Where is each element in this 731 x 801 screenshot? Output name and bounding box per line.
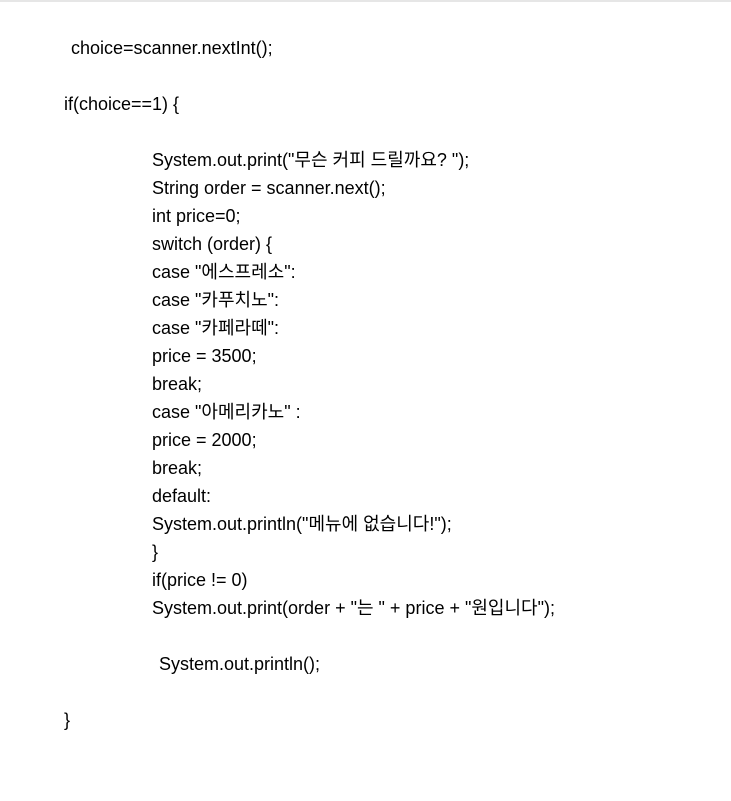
code-line: System.out.print("무슨 커피 드릴까요? "); — [152, 150, 470, 170]
code-line: case "아메리카노" : — [152, 402, 301, 422]
code-line: price = 2000; — [152, 430, 257, 450]
code-line: if(price != 0) — [152, 570, 248, 590]
code-line: case "에스프레소": — [152, 262, 296, 282]
code-line: case "카푸치노": — [152, 290, 280, 310]
code-line: break; — [152, 374, 203, 394]
code-line: break; — [152, 458, 203, 478]
code-line: String order = scanner.next(); — [152, 178, 386, 198]
code-line: choice=scanner.nextInt(); — [71, 38, 273, 58]
code-line: System.out.println(); — [159, 654, 321, 674]
code-line: } — [64, 710, 71, 730]
code-line: case "카페라떼": — [152, 318, 280, 338]
document-body: choice=scanner.nextInt(); if(choice==1) … — [0, 0, 731, 801]
code-line: int price=0; — [152, 206, 241, 226]
code-line: if(choice==1) { — [64, 94, 180, 114]
code-line: System.out.print(order + "는 " + price + … — [152, 598, 555, 618]
code-line: System.out.println("메뉴에 없습니다!"); — [152, 514, 452, 534]
code-line: price = 3500; — [152, 346, 257, 366]
code-line: } — [152, 542, 159, 562]
code-line: default: — [152, 486, 212, 506]
code-line: switch (order) { — [152, 234, 273, 254]
